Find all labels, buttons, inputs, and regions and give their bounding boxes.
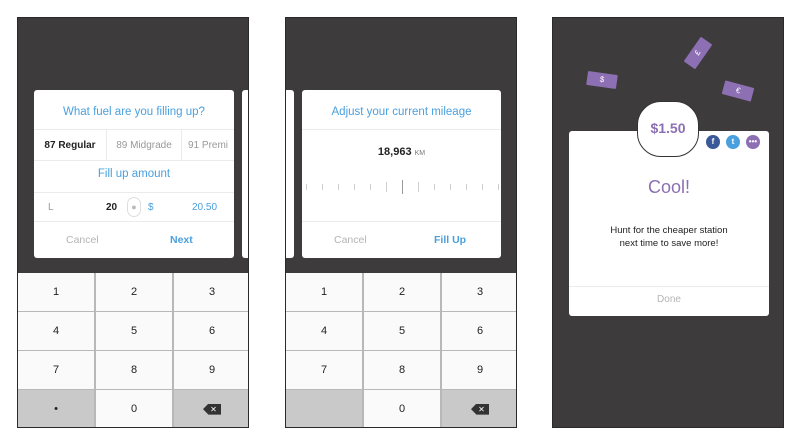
key-6[interactable]: 6 <box>174 312 248 350</box>
key-2[interactable]: 2 <box>364 273 440 311</box>
next-button[interactable]: Next <box>170 234 193 246</box>
key-5[interactable]: 5 <box>364 312 440 350</box>
key-8[interactable]: 8 <box>96 351 172 389</box>
success-message: Hunt for the cheaper station next time t… <box>610 225 728 249</box>
success-heading: Cool! <box>647 177 691 197</box>
fuel-selector: 87 Regular 89 Midgrade 91 Premi <box>34 130 234 160</box>
prev-card-peek <box>286 90 294 258</box>
key-2[interactable]: 2 <box>96 273 172 311</box>
key-4[interactable]: 4 <box>286 312 362 350</box>
phone-screen-success: $ £ € Cool! Hunt for the cheaper station… <box>552 17 784 428</box>
mileage-unit: KM <box>414 150 426 157</box>
phone-screen-mileage: Adjust your current mileage 18,963 KM Can… <box>285 17 517 428</box>
success-card: Cool! Hunt for the cheaper station next … <box>569 131 769 316</box>
key-7[interactable]: 7 <box>18 351 94 389</box>
cancel-button[interactable]: Cancel <box>334 234 367 246</box>
done-button[interactable]: Done <box>569 294 769 305</box>
pound-bill-icon: £ <box>683 36 713 70</box>
card-title: What fuel are you filling up? <box>63 106 205 118</box>
liters-label: L <box>48 202 54 213</box>
mileage-number: 18,963 <box>377 146 412 158</box>
fuel-option-premium[interactable]: 91 Premi <box>182 130 242 160</box>
euro-bill-icon: € <box>721 80 755 102</box>
key-6[interactable]: 6 <box>442 312 516 350</box>
savings-badge: $1.50 <box>637 101 699 157</box>
mileage-value: 18,963 KM <box>302 146 501 158</box>
key-9[interactable]: 9 <box>174 351 248 389</box>
key-4[interactable]: 4 <box>18 312 94 350</box>
twitter-icon[interactable]: t <box>726 135 740 149</box>
fuel-drop-icon: ● <box>127 197 141 217</box>
amount-row: L 20 ● $ 20.50 <box>34 194 234 220</box>
key-1[interactable]: 1 <box>18 273 94 311</box>
numeric-keypad: 1 2 3 4 5 6 7 8 9 0 ✕ <box>286 273 516 427</box>
fuel-card: What fuel are you filling up? 87 Regular… <box>34 90 234 258</box>
card-title: Adjust your current mileage <box>331 106 472 118</box>
backspace-key[interactable]: ✕ <box>174 390 248 427</box>
fill-up-button[interactable]: Fill Up <box>434 234 466 246</box>
key-0[interactable]: 0 <box>364 390 440 427</box>
backspace-icon: ✕ <box>471 403 489 415</box>
facebook-icon[interactable]: f <box>706 135 720 149</box>
key-3[interactable]: 3 <box>174 273 248 311</box>
key-decimal[interactable]: • <box>18 390 94 427</box>
key-5[interactable]: 5 <box>96 312 172 350</box>
key-0[interactable]: 0 <box>96 390 172 427</box>
cancel-button[interactable]: Cancel <box>66 234 99 246</box>
key-9[interactable]: 9 <box>442 351 516 389</box>
fuel-option-midgrade[interactable]: 89 Midgrade <box>107 130 182 160</box>
mileage-ruler-slider[interactable] <box>302 180 501 194</box>
phone-screen-fuel: What fuel are you filling up? 87 Regular… <box>17 17 249 428</box>
backspace-icon: ✕ <box>203 403 221 415</box>
next-card-peek <box>242 90 248 258</box>
dollar-label: $ <box>148 202 154 213</box>
liters-input[interactable]: 20 <box>106 202 117 213</box>
more-icon[interactable]: ••• <box>746 135 760 149</box>
dollar-bill-icon: $ <box>586 70 618 90</box>
key-7[interactable]: 7 <box>286 351 362 389</box>
key-empty <box>286 390 362 427</box>
key-1[interactable]: 1 <box>286 273 362 311</box>
fill-amount-label: Fill up amount <box>97 168 171 180</box>
backspace-key[interactable]: ✕ <box>442 390 516 427</box>
mileage-card: Adjust your current mileage 18,963 KM Can… <box>302 90 501 258</box>
dollar-input[interactable]: 20.50 <box>192 202 217 213</box>
fuel-option-regular[interactable]: 87 Regular <box>34 130 107 160</box>
key-8[interactable]: 8 <box>364 351 440 389</box>
numeric-keypad: 1 2 3 4 5 6 7 8 9 • 0 ✕ <box>18 273 248 427</box>
key-3[interactable]: 3 <box>442 273 516 311</box>
